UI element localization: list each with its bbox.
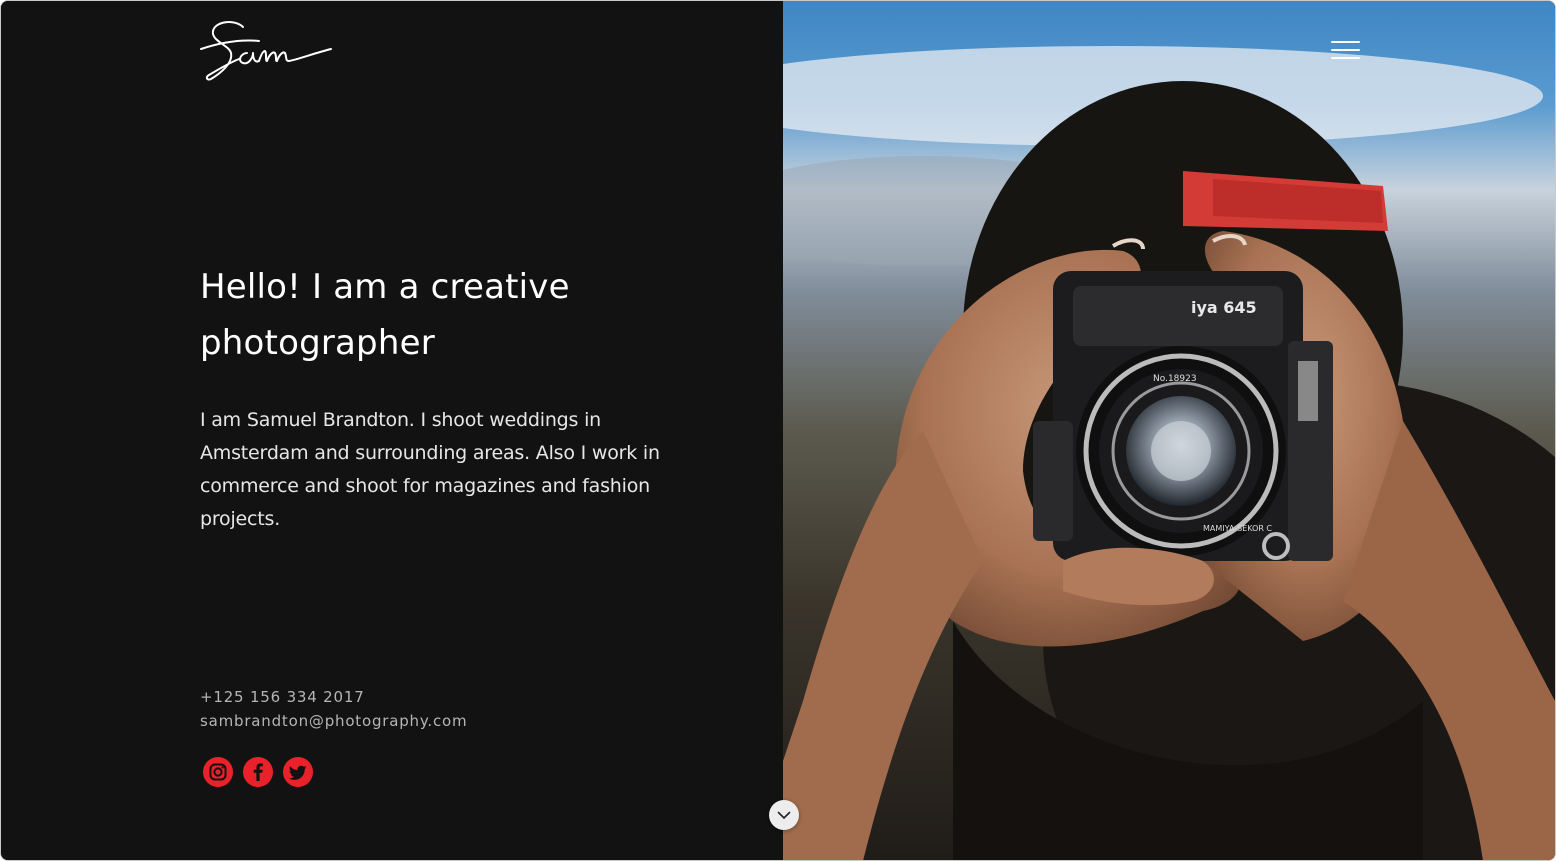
- intro-line-3: commerce and shoot for magazines and fas…: [200, 475, 650, 497]
- headline-line-1: Hello! I am a creative: [200, 267, 570, 307]
- lens-spec-text: No.18923: [1153, 374, 1197, 384]
- lens-ring-text: MAMIYA-SEKOR C: [1203, 524, 1272, 533]
- phone-number[interactable]: +125 156 334 2017: [200, 685, 467, 709]
- twitter-button[interactable]: [283, 757, 313, 787]
- camera-model-text: iya 645: [1191, 298, 1257, 317]
- intro-panel: Hello! I am a creative photographer I am …: [1, 1, 783, 860]
- page-title: Hello! I am a creative photographer: [200, 259, 720, 371]
- hamburger-icon-line: [1331, 57, 1360, 59]
- intro-line-2: Amsterdam and surrounding areas. Also I …: [200, 442, 660, 464]
- intro-line-1: I am Samuel Brandton. I shoot weddings i…: [200, 409, 601, 431]
- menu-button[interactable]: [1330, 39, 1362, 63]
- twitter-icon: [288, 765, 307, 780]
- hero-photo: iya 645 No.18923 MAMIYA-SEKOR C: [783, 1, 1555, 860]
- hamburger-icon-line: [1331, 49, 1360, 51]
- facebook-icon: [253, 763, 263, 781]
- chevron-down-icon: [777, 811, 791, 819]
- instagram-icon: [209, 763, 227, 781]
- facebook-button[interactable]: [243, 757, 273, 787]
- intro-text: I am Samuel Brandton. I shoot weddings i…: [200, 404, 670, 536]
- page-frame: Hello! I am a creative photographer I am …: [0, 0, 1556, 861]
- photographer-image: iya 645 No.18923 MAMIYA-SEKOR C: [783, 1, 1555, 860]
- scroll-down-button[interactable]: [769, 800, 799, 830]
- instagram-button[interactable]: [203, 757, 233, 787]
- signature-logo[interactable]: [199, 17, 335, 85]
- hamburger-icon: [1331, 41, 1360, 43]
- contact-info: +125 156 334 2017 sambrandton@photograph…: [200, 685, 467, 733]
- headline-line-2: photographer: [200, 323, 435, 363]
- intro-line-4: projects.: [200, 508, 281, 530]
- email-address[interactable]: sambrandton@photography.com: [200, 709, 467, 733]
